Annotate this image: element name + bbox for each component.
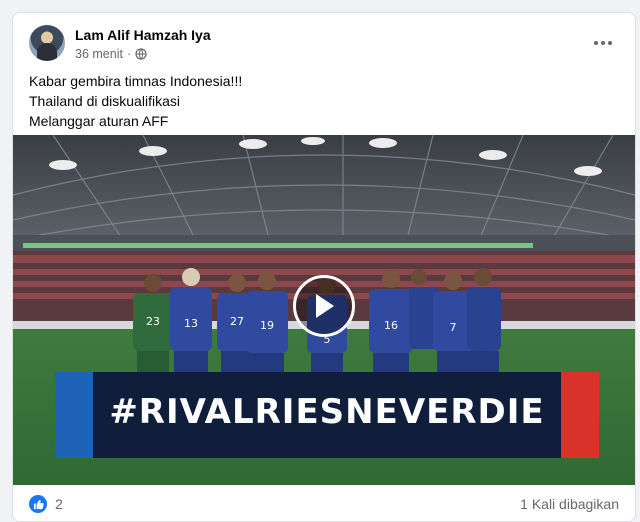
post-text: Kabar gembira timnas Indonesia!!! Thaila… — [29, 71, 242, 131]
jersey-number: 19 — [260, 319, 274, 332]
globe-icon — [135, 48, 147, 60]
avatar[interactable] — [29, 25, 65, 61]
player: 16 — [369, 270, 413, 379]
player: 23 — [133, 274, 173, 377]
jersey-number: 27 — [230, 315, 244, 328]
reactions-summary[interactable]: 2 — [29, 495, 63, 513]
banner-red-accent — [561, 372, 599, 458]
player — [467, 268, 501, 377]
like-icon — [29, 495, 47, 513]
post-footer: 2 1 Kali dibagikan — [29, 493, 619, 515]
more-dot-icon — [608, 41, 612, 45]
author-name[interactable]: Lam Alif Hamzah Iya — [75, 27, 211, 43]
more-dot-icon — [601, 41, 605, 45]
play-icon — [316, 294, 334, 318]
player: 13 — [170, 268, 212, 377]
post-line: Thailand di diskualifikasi — [29, 93, 180, 109]
meta-separator: · — [126, 47, 132, 61]
jersey-number: 16 — [384, 319, 398, 332]
banner-blue-accent — [55, 372, 93, 458]
thumbs-up-icon — [33, 499, 44, 509]
more-options-button[interactable] — [587, 33, 619, 53]
post-card: Lam Alif Hamzah Iya 36 menit · Kabar gem… — [12, 12, 636, 522]
post-line: Kabar gembira timnas Indonesia!!! — [29, 73, 243, 89]
post-header: Lam Alif Hamzah Iya 36 menit · — [29, 25, 619, 65]
jersey-number: 7 — [450, 321, 457, 334]
more-dot-icon — [594, 41, 598, 45]
share-count[interactable]: 1 Kali dibagikan — [520, 496, 619, 512]
video-thumbnail[interactable]: 23 13 27 19 5 16 7 #RIVALRIESNEVERDIE — [13, 135, 635, 485]
post-time[interactable]: 36 menit — [75, 47, 123, 61]
player: 19 — [246, 272, 288, 379]
jersey-number: 13 — [184, 317, 198, 330]
jersey-number: 23 — [146, 315, 160, 328]
play-button[interactable] — [293, 275, 355, 337]
post-line: Melanggar aturan AFF — [29, 113, 169, 129]
banner-text: #RIVALRIESNEVERDIE — [109, 392, 545, 432]
reaction-count: 2 — [55, 496, 63, 512]
post-meta: 36 menit · — [75, 47, 147, 61]
rivalries-banner: #RIVALRIESNEVERDIE — [55, 372, 599, 458]
